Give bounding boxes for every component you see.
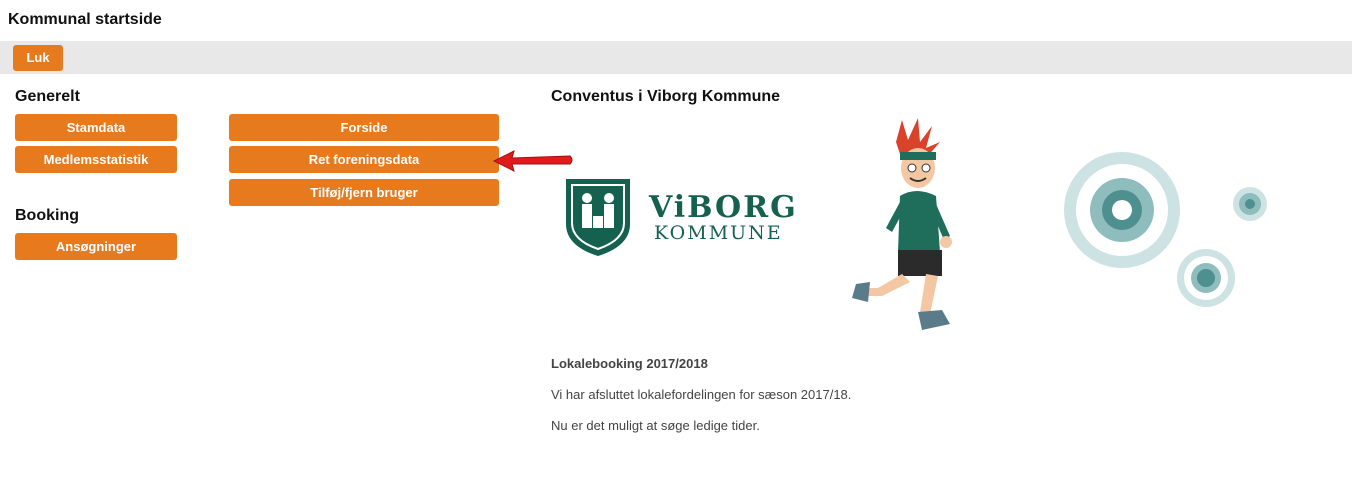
ret-foreningsdata-button[interactable]: Ret foreningsdata: [229, 146, 499, 173]
tilfoej-fjern-bruger-button[interactable]: Tilføj/fjern bruger: [229, 179, 499, 206]
section-heading-general: Generelt: [15, 88, 80, 105]
stamdata-button[interactable]: Stamdata: [15, 114, 177, 141]
forside-button[interactable]: Forside: [229, 114, 499, 141]
toolbar: [0, 41, 1352, 74]
logo-subline: KOMMUNE: [654, 222, 783, 244]
viborg-crest-icon: [566, 179, 630, 256]
news-paragraph: Nu er det muligt at søge ledige tider.: [551, 418, 760, 433]
content-title: Conventus i Viborg Kommune: [551, 88, 781, 105]
logo-wordmark: ViBORG: [649, 190, 798, 225]
ansoegninger-button[interactable]: Ansøgninger: [15, 233, 177, 260]
section-heading-booking: Booking: [15, 207, 79, 224]
runner-illustration: [852, 118, 952, 330]
medlemsstatistik-button[interactable]: Medlemsstatistik: [15, 146, 177, 173]
news-title: Lokalebooking 2017/2018: [551, 356, 708, 371]
close-button[interactable]: Luk: [13, 45, 63, 71]
red-arrow-icon: [492, 150, 573, 172]
news-paragraph: Vi har afsluttet lokalefordelingen for s…: [551, 387, 852, 402]
decorative-circles: [1064, 152, 1267, 307]
page-title: Kommunal startside: [8, 11, 162, 28]
